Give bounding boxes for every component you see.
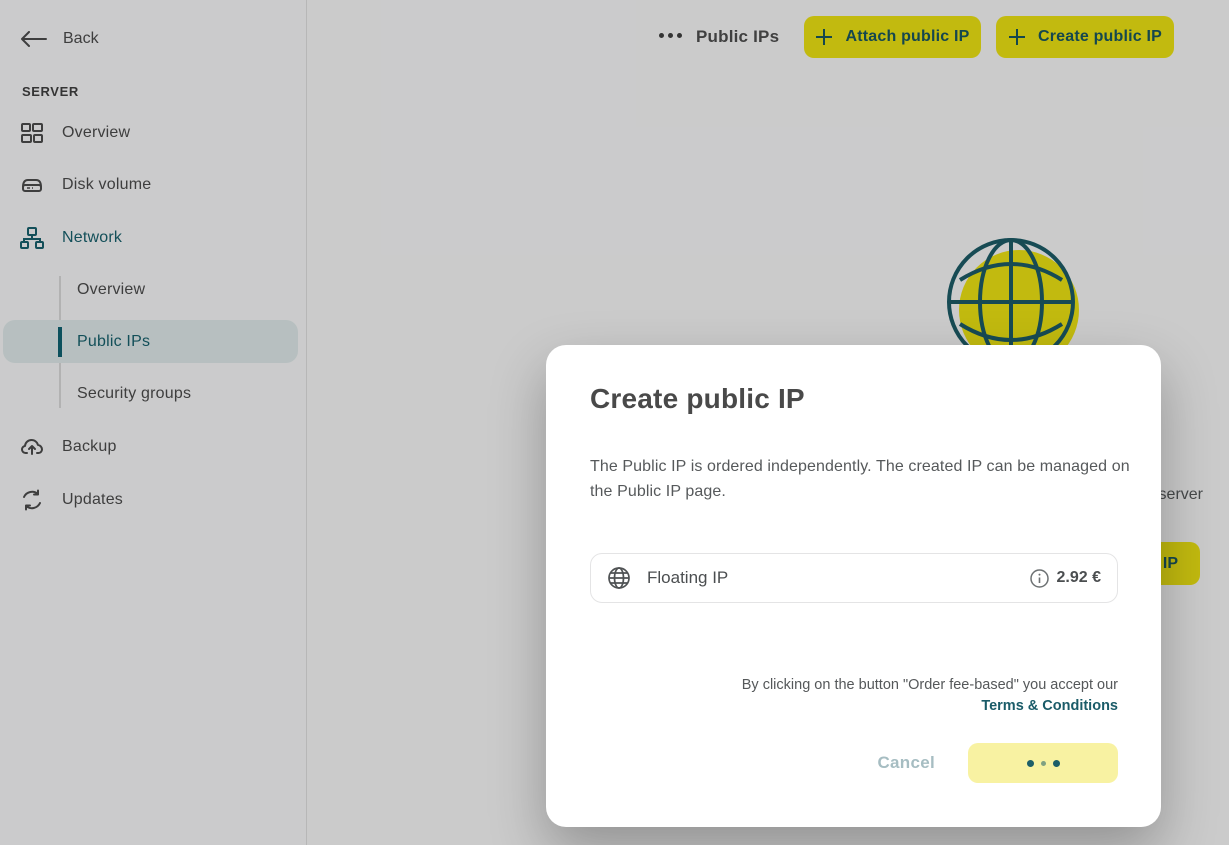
cancel-button[interactable]: Cancel: [877, 753, 935, 773]
option-price-group: 2.92 €: [1030, 569, 1101, 588]
info-icon[interactable]: [1030, 569, 1049, 588]
terms-text: By clicking on the button "Order fee-bas…: [742, 677, 1118, 693]
modal-actions: Cancel: [877, 743, 1118, 783]
modal-description: The Public IP is ordered independently. …: [590, 454, 1130, 504]
order-button-loading[interactable]: [968, 743, 1118, 783]
modal-title: Create public IP: [590, 383, 805, 415]
terms-notice: By clicking on the button "Order fee-bas…: [638, 675, 1118, 717]
loading-dots-icon: [1027, 760, 1034, 767]
floating-ip-option-row[interactable]: Floating IP 2.92 €: [590, 553, 1118, 603]
option-label: Floating IP: [647, 568, 728, 588]
terms-and-conditions-link[interactable]: Terms & Conditions: [981, 698, 1118, 714]
globe-icon: [607, 566, 631, 590]
option-price: 2.92 €: [1057, 569, 1101, 587]
create-public-ip-modal: Create public IP The Public IP is ordere…: [546, 345, 1161, 827]
app-window: Back SERVER Overview Disk: [0, 0, 1229, 845]
